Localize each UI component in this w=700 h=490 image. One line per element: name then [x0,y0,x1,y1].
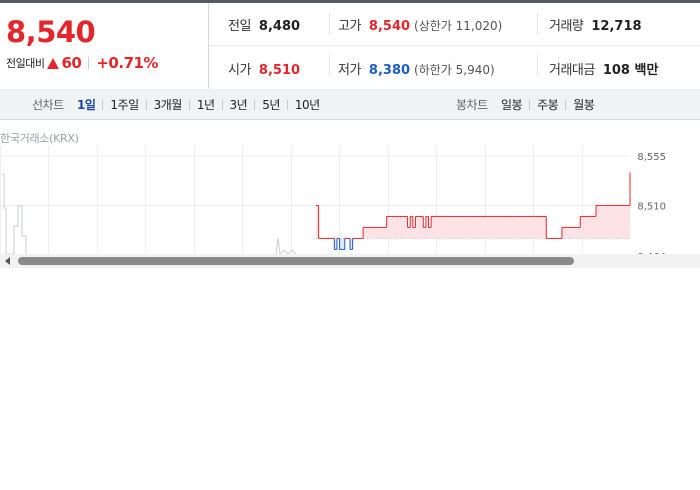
up-triangle-icon [47,57,60,69]
divider [254,99,256,110]
stat-label: 고가 [338,19,361,34]
change-label: 전일대비 [6,57,45,70]
stat-prev-close: 전일 8,480 [228,15,300,34]
period-bar: 선차트 1일 1주일 3개월 1년 3년 5년 10년 봉차트 일봉 주봉 월봉 [0,89,700,120]
stat-high: 고가 8,540 (상한가 11,020) [338,15,502,34]
scroll-left-icon[interactable] [5,257,10,265]
tab-1y[interactable]: 1년 [197,96,215,113]
chart-scrollbar[interactable] [0,254,700,268]
divider [329,55,330,77]
stat-value: 8,510 [258,63,301,78]
stat-low: 저가 8,380 (하한가 5,940) [338,59,495,78]
quote-panel: 8,540 전일대비 60 +0.71% 전일 8,480 고가 8,540 (상한가… [0,3,700,90]
exchange-label: 한국거래소(KRX) [0,132,79,145]
prev-session-line [275,237,297,254]
stat-value: 8,480 [258,19,301,34]
stat-label: 거래대금 [549,63,595,78]
tab-daily-candle[interactable]: 일봉 [501,96,523,113]
prev-session-line [2,173,27,254]
stat-value: 8,540 [368,19,411,34]
candle-chart-label: 봉차트 [456,98,488,112]
tab-5y[interactable]: 5년 [262,96,280,113]
price-box: 8,540 전일대비 60 +0.71% [0,3,209,89]
y-tick-label: 8,555 [637,152,666,163]
tab-3m[interactable]: 3개월 [154,96,183,113]
tab-10y[interactable]: 10년 [295,96,320,113]
change-percent: +0.71% [96,54,158,72]
tab-3y[interactable]: 3년 [230,96,248,113]
lower-limit-note: (하한가 5,940) [414,63,495,77]
chart-svg: 8,5558,5108,464 [0,146,666,254]
stat-label: 거래량 [549,19,584,34]
current-price: 8,540 [6,15,96,49]
candle-tabs: 일봉 주봉 월봉 [501,96,595,113]
change-row: 전일대비 60 +0.71% [6,54,158,72]
divider [102,99,104,110]
stat-value: 12,718 [591,19,642,34]
upper-limit-note: (상한가 11,020) [414,19,503,33]
divider [188,99,190,110]
stat-value: 108 백만 [602,63,659,78]
divider [286,99,288,110]
stat-label: 저가 [338,63,361,78]
divider [221,99,223,110]
stat-label: 전일 [228,19,251,34]
period-tabs: 1일 1주일 3개월 1년 3년 5년 10년 [77,96,320,113]
divider [329,13,330,35]
intraday-chart: 8,5558,5108,464 [0,146,700,254]
stat-label: 시가 [228,63,251,78]
divider [88,57,90,69]
divider [565,99,567,110]
divider [537,13,538,35]
row-divider [209,45,700,46]
line-chart-label: 선차트 [32,98,64,112]
tab-monthly-candle[interactable]: 월봉 [573,96,595,113]
stat-volume: 거래량 12,718 [549,15,642,34]
stat-trade-value: 거래대금 108 백만 [549,59,658,78]
stat-value: 8,380 [368,63,411,78]
tab-1w[interactable]: 1주일 [110,96,139,113]
y-tick-label: 8,510 [637,201,666,212]
scroll-thumb[interactable] [18,257,574,265]
change-value: 60 [61,54,82,72]
stat-open: 시가 8,510 [228,59,300,78]
tab-weekly-candle[interactable]: 주봉 [537,96,559,113]
divider [537,55,538,77]
tab-1d[interactable]: 1일 [77,96,96,113]
divider [529,99,531,110]
divider [145,99,147,110]
